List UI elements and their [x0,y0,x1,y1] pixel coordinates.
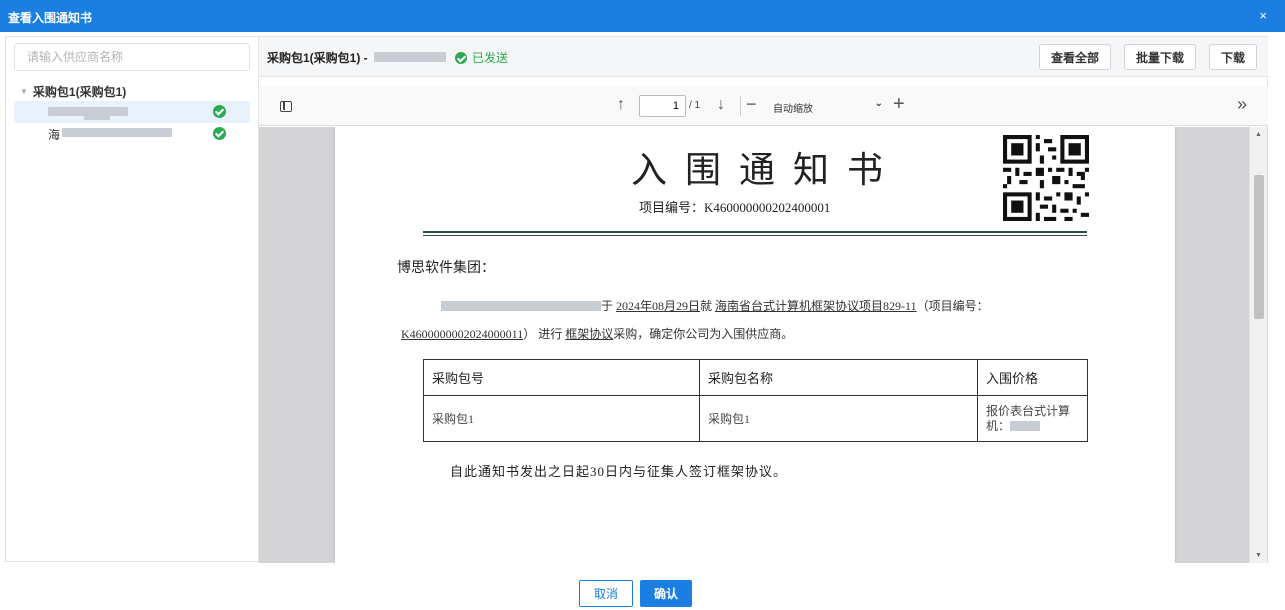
document-title: 入围通知书 [631,150,902,190]
download-button[interactable]: 下载 [1209,44,1257,70]
sidebar-toggle-icon[interactable] [280,101,292,112]
table-cell: 报价表台式计算机： [977,395,1088,442]
table-header-cell: 入围价格 [977,359,1088,396]
table-cell: 采购包1 [699,395,978,442]
redacted-price [1010,420,1041,431]
dialog-title: 查看入围通知书 [8,11,93,25]
page-count: / 1 [689,100,701,111]
redacted-purchaser-name [441,301,601,311]
project-number-inline: K4600000002024000011 [401,327,524,341]
redacted-supplier-name [374,52,446,62]
table-header-row: 采购包号 采购包名称 入围价格 [423,359,1088,396]
check-circle-icon [455,52,467,64]
chevron-down-icon: ⌄ [874,98,883,109]
award-date: 2024年08月29日 [616,299,701,313]
zoom-select[interactable]: 自动缩放 ⌄ [769,95,889,117]
notice-header: 采购包1(采购包1) - 已发送 查看全部 批量下载 下载 [259,37,1268,77]
zoom-value: 自动缩放 [773,104,813,115]
previous-page-icon[interactable]: ↑ [617,96,625,114]
cancel-button[interactable]: 取消 [579,580,633,607]
zoom-in-icon[interactable]: + [893,93,905,116]
award-table: 采购包号 采购包名称 入围价格 采购包1 采购包1 报价表台式计算机： [423,359,1088,442]
table-header-cell: 采购包号 [423,359,700,396]
scroll-up-icon[interactable]: ▲ [1255,131,1262,138]
title-divider [423,231,1087,233]
tree-group-label: 采购包1(采购包1) [32,85,127,99]
viewer-scrollbar[interactable]: ▲ ▼ [1249,127,1267,563]
more-tools-icon[interactable]: » [1237,94,1247,115]
batch-download-button[interactable]: 批量下载 [1124,44,1196,70]
notice-panel: 采购包1(采购包1) - 已发送 查看全部 批量下载 下载 ↑ / 1 ↓ − … [259,36,1268,563]
title-divider [423,235,1087,236]
next-page-icon[interactable]: ↓ [717,96,725,114]
zoom-out-icon[interactable]: − [746,94,757,115]
dialog-titlebar: 查看入围通知书 × [0,0,1285,32]
supplier-name-prefix: 海 [48,128,61,142]
pdf-viewer[interactable]: 入围通知书 项目编号：K460000000202400001 博思软件集团： 于… [259,127,1268,563]
qr-code-icon [1003,135,1089,221]
close-icon[interactable]: × [1259,8,1267,23]
table-row: 采购包1 采购包1 报价表台式计算机： [423,395,1088,442]
scrollbar-thumb[interactable] [1254,175,1264,319]
notice-body: 于 2024年08月29日就 海南省台式计算机框架协议项目829-11（项目编号… [401,299,989,341]
tree-item-supplier[interactable] [14,101,250,123]
procurement-method: 框架协议 [565,327,614,341]
status-badge: 已发送 [455,49,508,66]
project-name: 海南省台式计算机框架协议项目829-11 [715,299,917,313]
tree-item-supplier[interactable]: 海 [14,123,250,145]
project-number: 项目编号：K460000000202400001 [639,200,831,215]
dialog-footer: 取消 确认 [0,580,1285,607]
view-all-button[interactable]: 查看全部 [1039,44,1111,70]
package-label: 采购包1(采购包1) - [267,51,368,65]
tree-group-package[interactable]: ▼ 采购包1(采购包1) [20,83,126,100]
sent-check-icon [213,105,226,118]
table-header-cell: 采购包名称 [699,359,978,396]
sent-check-icon [213,127,226,140]
caret-down-icon[interactable]: ▼ [20,87,28,96]
supplier-sidebar: ▼ 采购包1(采购包1) 海 [5,36,259,562]
salutation: 博思软件集团： [397,261,495,276]
confirm-button[interactable]: 确认 [640,580,692,607]
supplier-search-input[interactable] [14,43,250,71]
redacted-supplier-name [62,128,172,137]
closing-text: 自此通知书发出之日起30日内与征集人签订框架协议。 [450,464,788,479]
page-number-input[interactable] [639,95,686,117]
pdf-page: 入围通知书 项目编号：K460000000202400001 博思软件集团： 于… [335,127,1175,563]
scroll-down-icon[interactable]: ▼ [1255,552,1262,559]
status-text: 已发送 [472,51,509,65]
table-cell: 采购包1 [423,395,700,442]
redacted-supplier-name-tail [84,115,110,120]
pdf-toolbar: ↑ / 1 ↓ − 自动缩放 ⌄ + » [259,86,1268,126]
toolbar-divider [740,96,741,116]
